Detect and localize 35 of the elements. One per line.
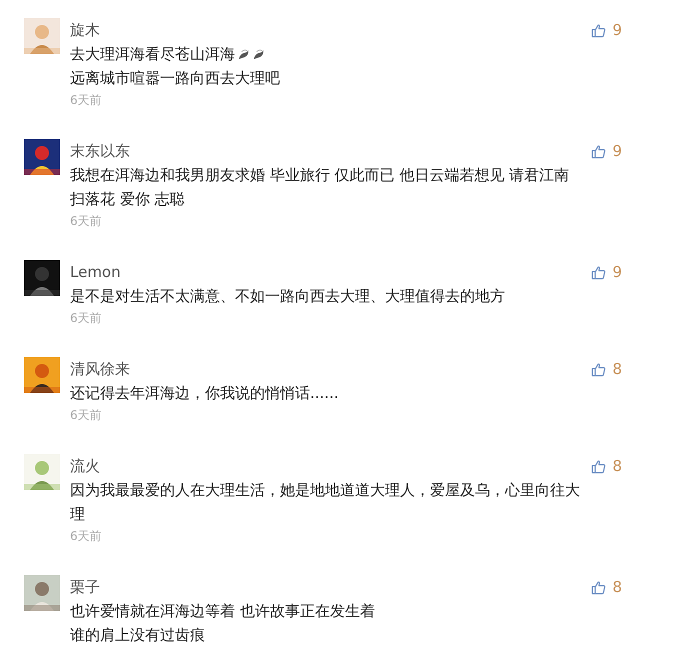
thumbs-up-icon xyxy=(591,144,606,158)
author-name: Lemon xyxy=(70,262,121,283)
like-button[interactable]: 8 xyxy=(591,578,622,596)
thumbs-up-icon xyxy=(591,22,606,38)
leaf-icon xyxy=(252,48,265,60)
comment-text: 谁的肩上没有过齿痕 xyxy=(70,626,205,644)
comment-text: 是不是对生活不太满意、不如一路向西去大理、大理值得去的地方 xyxy=(70,286,505,306)
thumbs-up-icon xyxy=(591,580,606,594)
comment-text: 我想在洱海边和我男朋友求婚 毕业旅行 仅此而已 他日云端若想见 请君江南 xyxy=(70,166,570,184)
author-name: 末东以东 xyxy=(70,141,130,162)
comment-time: 6天前 xyxy=(70,407,103,424)
author-name: 清风徐来 xyxy=(70,359,130,380)
leaf-icon xyxy=(237,48,250,60)
author-name: 流火 xyxy=(70,456,100,477)
thumbs-up-icon xyxy=(591,264,606,280)
like-button[interactable]: 8 xyxy=(591,360,622,378)
thumbs-up-icon xyxy=(591,362,606,376)
thumbs-up-icon xyxy=(591,458,606,474)
comment-text: 理 xyxy=(70,504,85,524)
comment-text: 远离城市喧嚣一路向西去大理吧 xyxy=(70,68,280,88)
comment-text: 去大理洱海看尽苍山洱海 xyxy=(70,44,235,64)
author-name: 旋木 xyxy=(70,20,100,41)
comment-time: 6天前 xyxy=(70,92,103,109)
comment-time: 6天前 xyxy=(70,213,103,230)
comment-time: 6天前 xyxy=(70,310,103,327)
like-button[interactable]: 9 xyxy=(591,142,622,160)
like-button[interactable]: 8 xyxy=(591,457,622,475)
comment-text: 也许爱情就在洱海边等着 也许故事正在发生着 xyxy=(70,602,375,620)
comment-text: 扫落花 爱你 志聪 xyxy=(70,190,185,208)
author-name: 栗子 xyxy=(70,577,100,598)
comment-text: 因为我最最爱的人在大理生活，她是地地道道大理人，爱屋及乌，心里向往大 xyxy=(70,480,580,500)
comment-text: 还记得去年洱海边，你我说的悄悄话...... xyxy=(70,384,339,402)
like-button[interactable]: 9 xyxy=(591,263,622,281)
like-button[interactable]: 9 xyxy=(591,21,622,39)
comment-time: 6天前 xyxy=(70,528,103,545)
